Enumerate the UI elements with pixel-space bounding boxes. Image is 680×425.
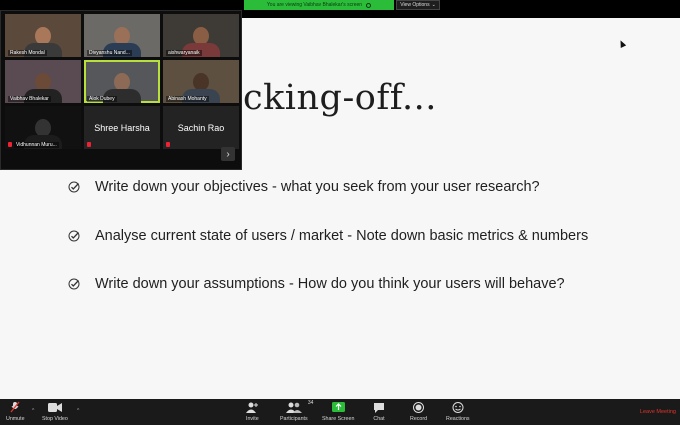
participant-name: Vidhunnan Muru... (14, 142, 59, 148)
next-page-button[interactable]: › (221, 147, 235, 161)
stop-video-label: Stop Video (42, 416, 68, 422)
participant-tile[interactable]: Abinash Mohanty (163, 60, 239, 103)
participant-tile[interactable]: Sachin Rao (163, 106, 239, 149)
participants-count: 34 (307, 400, 314, 406)
mouse-cursor-icon (617, 39, 627, 48)
meeting-toolbar: Unmute ^ Stop Video ^ Invite 34 Particip… (0, 399, 680, 425)
reactions-smiley-icon (452, 401, 464, 413)
checkmark-icon (68, 230, 80, 242)
reactions-button[interactable]: Reactions (446, 401, 470, 422)
record-icon (413, 401, 425, 413)
leave-meeting-button[interactable]: Leave Meeting (640, 409, 676, 415)
participant-name: Abinash Mohanty (166, 96, 209, 102)
participant-name: Shree Harsha (94, 122, 150, 133)
participant-name: Vaibhav Bhalekar (8, 96, 51, 102)
reactions-label: Reactions (446, 416, 470, 422)
video-options-caret-icon[interactable]: ^ (77, 408, 79, 414)
muted-mic-icon (166, 142, 170, 147)
participants-icon (285, 402, 302, 413)
muted-mic-icon (87, 142, 91, 147)
add-person-icon (246, 402, 259, 413)
participant-tile[interactable]: Shree Harsha (84, 106, 160, 149)
participants-button[interactable]: 34 Participants (280, 400, 313, 422)
bullet-text: Write down your assumptions - How do you… (95, 276, 565, 292)
view-options-button[interactable]: View Options ⌄ (396, 0, 440, 10)
share-status-text: You are viewing Vaibhav Bhalekar's scree… (266, 2, 363, 8)
participants-label: Participants (280, 416, 308, 422)
share-status: You are viewing Vaibhav Bhalekar's scree… (244, 0, 394, 10)
view-options-label: View Options (400, 2, 430, 8)
muted-mic-icon (8, 142, 12, 147)
bullet-item: Analyse current state of users / market … (68, 228, 588, 244)
bullet-text: Analyse current state of users / market … (95, 228, 589, 244)
checkmark-icon (68, 278, 80, 290)
status-dot-icon (366, 2, 372, 8)
chevron-right-icon: › (226, 148, 230, 160)
stop-video-button[interactable]: Stop Video (42, 401, 68, 422)
active-speaker-tile[interactable]: Alok Dubey (84, 60, 160, 103)
share-screen-button[interactable]: Share Screen (322, 401, 354, 422)
chat-bubble-icon (374, 402, 384, 413)
participant-name: Rakesh Mondal (8, 50, 47, 56)
invite-button[interactable]: Invite (246, 401, 259, 422)
checkmark-icon (68, 181, 80, 193)
participant-name: aishwaryanaik (166, 50, 202, 56)
participant-tile[interactable]: Rakesh Mondal (5, 14, 81, 57)
share-screen-icon (331, 402, 345, 412)
participant-tile[interactable]: aishwaryanaik (163, 14, 239, 57)
audio-options-caret-icon[interactable]: ^ (32, 408, 34, 414)
chat-button[interactable]: Chat (373, 401, 385, 422)
participant-tile[interactable]: Divyanshu Nand... (84, 14, 160, 57)
bullet-text: Write down your objectives - what you se… (95, 179, 540, 195)
bullet-item: Write down your objectives - what you se… (68, 179, 540, 195)
invite-label: Invite (246, 416, 259, 422)
participant-name: Sachin Rao (177, 122, 225, 133)
bullet-item: Write down your assumptions - How do you… (68, 276, 565, 292)
participant-name: Alok Dubey (87, 96, 117, 102)
video-gallery[interactable]: Rakesh Mondal Divyanshu Nand... aishwary… (0, 10, 242, 170)
record-label: Record (410, 416, 428, 422)
chevron-down-icon: ⌄ (431, 2, 436, 8)
participant-name: Divyanshu Nand... (87, 50, 132, 56)
chat-label: Chat (373, 416, 385, 422)
video-camera-icon (47, 402, 62, 412)
record-button[interactable]: Record (410, 401, 427, 422)
share-screen-label: Share Screen (322, 416, 355, 422)
participant-tile[interactable]: Vidhunnan Muru... (5, 106, 81, 149)
screen-share-banner: You are viewing Vaibhav Bhalekar's scree… (244, 0, 440, 10)
slide-title: cking-off... (243, 78, 437, 118)
muted-microphone-icon (10, 401, 20, 413)
unmute-button[interactable]: Unmute (6, 401, 25, 422)
participant-tile[interactable]: Vaibhav Bhalekar (5, 60, 81, 103)
unmute-label: Unmute (6, 416, 25, 422)
